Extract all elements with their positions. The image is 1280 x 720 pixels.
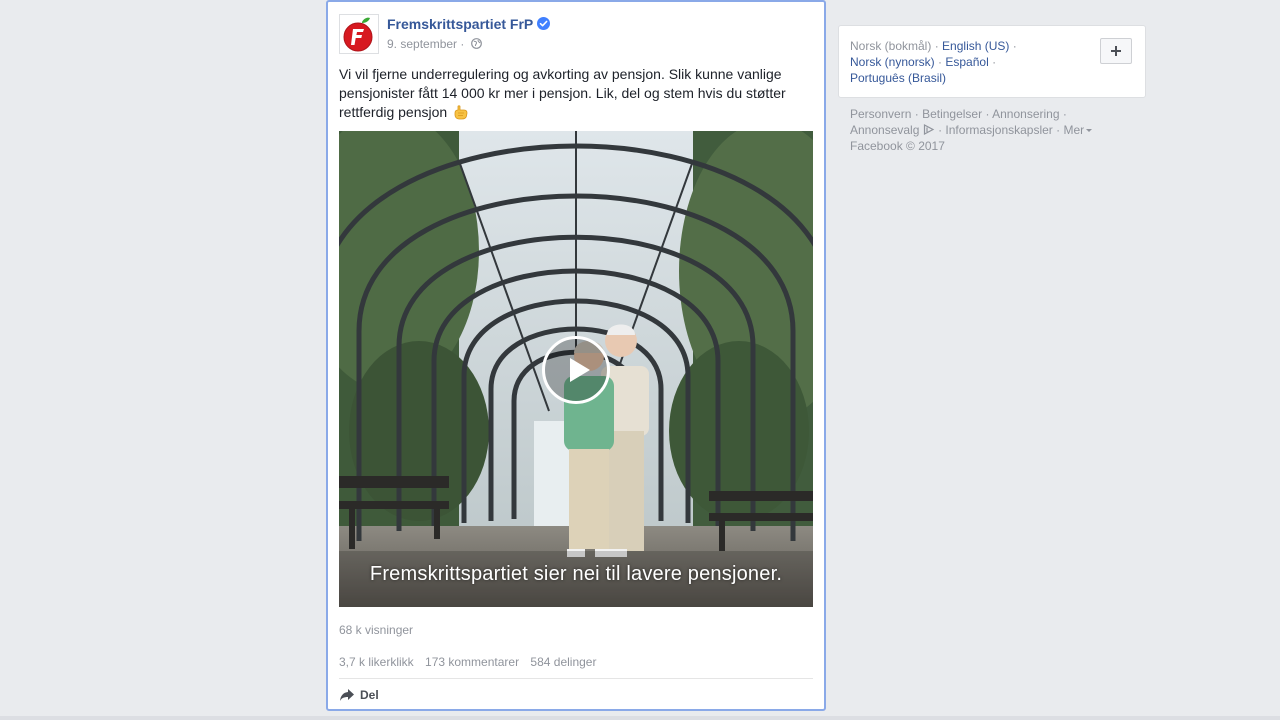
video-subtitle: Fremskrittspartiet sier nei til lavere p…	[369, 563, 783, 585]
lang-separator: ·	[992, 55, 997, 69]
lang-separator: ·	[1012, 39, 1017, 53]
video-player[interactable]: Fremskrittspartiet sier nei til lavere p…	[339, 131, 813, 607]
footer-links: Personvern · Betingelser · Annonsering ·…	[850, 106, 1130, 154]
footer-separator: ·	[1062, 107, 1067, 121]
footer-separator: ·	[985, 107, 990, 121]
share-label: Del	[360, 688, 379, 702]
lang-separator: ·	[938, 55, 943, 69]
plus-icon	[1111, 46, 1121, 56]
engagement-stats: 3,7 k likerklikk 173 kommentarer 584 del…	[339, 655, 604, 669]
lang-separator: ·	[934, 39, 939, 53]
bottom-bar	[0, 716, 1280, 720]
footer-cookies-link[interactable]: Informasjonskapsler	[945, 123, 1052, 137]
page-avatar[interactable]	[339, 14, 379, 54]
play-icon	[570, 358, 590, 382]
post-meta: 9. september ·	[387, 37, 482, 51]
footer-copyright: Facebook © 2017	[850, 139, 945, 153]
play-button[interactable]	[542, 336, 610, 404]
footer-privacy-link[interactable]: Personvern	[850, 107, 911, 121]
post-header: Fremskrittspartiet FrP 9. september ·	[339, 14, 809, 56]
likes-count-link[interactable]: 3,7 k likerklikk	[339, 655, 414, 669]
action-divider	[339, 678, 813, 679]
post-card: Fremskrittspartiet FrP 9. september · Vi…	[326, 0, 826, 711]
post-message: Vi vil fjerne underregulering og avkorti…	[339, 65, 809, 122]
post-date-link[interactable]: 9. september	[387, 37, 457, 51]
globe-icon[interactable]	[470, 38, 482, 49]
footer-more-link[interactable]: Mer	[1064, 123, 1093, 137]
footer-ad-choices-link[interactable]: Annonsevalg	[850, 123, 919, 137]
footer-separator: ·	[938, 123, 943, 137]
footer-separator: ·	[1056, 123, 1061, 137]
language-list: Norsk (bokmål) · English (US) · Norsk (n…	[850, 38, 1050, 86]
language-spanish-link[interactable]: Español	[945, 55, 988, 69]
share-arrow-icon	[340, 689, 354, 701]
chevron-down-icon	[1086, 129, 1093, 132]
footer-more-label: Mer	[1063, 123, 1085, 137]
language-selector-box: Norsk (bokmål) · English (US) · Norsk (n…	[838, 25, 1146, 98]
meta-separator: ·	[460, 37, 465, 51]
language-portuguese-link[interactable]: Português (Brasil)	[850, 71, 946, 85]
verified-badge-icon	[537, 17, 550, 30]
ad-choices-icon	[923, 124, 935, 135]
add-language-button[interactable]	[1100, 38, 1132, 64]
view-count: 68 k visninger	[339, 623, 414, 637]
language-nynorsk-link[interactable]: Norsk (nynorsk)	[850, 55, 935, 69]
footer-terms-link[interactable]: Betingelser	[922, 107, 982, 121]
language-english-link[interactable]: English (US)	[942, 39, 1009, 53]
footer-advertising-link[interactable]: Annonsering	[992, 107, 1059, 121]
current-language: Norsk (bokmål)	[850, 39, 932, 53]
page-name-link[interactable]: Fremskrittspartiet FrP	[387, 16, 533, 32]
share-button[interactable]: Del	[339, 688, 379, 702]
shares-count-link[interactable]: 584 delinger	[530, 655, 596, 669]
comments-count-link[interactable]: 173 kommentarer	[425, 655, 519, 669]
frp-logo-icon	[340, 15, 378, 53]
pointing-hand-emoji-icon	[454, 105, 468, 120]
post-message-text: Vi vil fjerne underregulering og avkorti…	[339, 66, 786, 120]
footer-separator: ·	[914, 107, 919, 121]
